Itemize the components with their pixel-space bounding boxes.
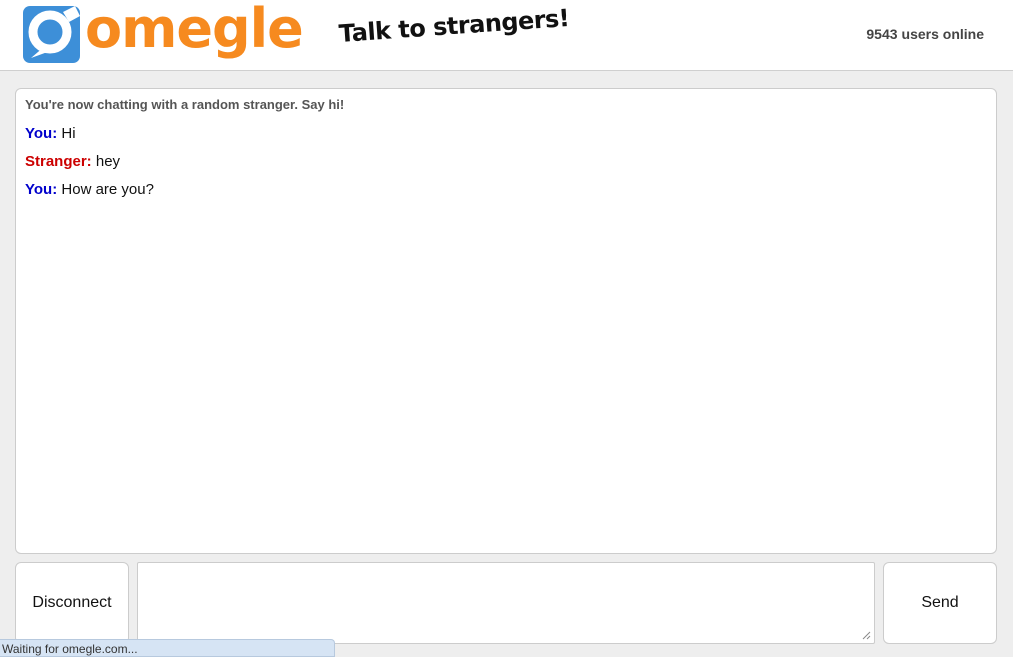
- disconnect-button[interactable]: Disconnect: [15, 562, 129, 644]
- resize-grip-icon[interactable]: [862, 631, 871, 640]
- omegle-speech-bubble-icon: [23, 6, 80, 63]
- chat-status-message: You're now chatting with a random strang…: [25, 97, 345, 112]
- logo-text: omegle: [85, 0, 304, 60]
- chat-log[interactable]: You're now chatting with a random strang…: [15, 88, 997, 554]
- header: omegle Talk to strangers! 9543 users onli…: [0, 0, 1013, 71]
- send-button[interactable]: Send: [883, 562, 997, 644]
- message-speaker: You:: [25, 181, 58, 198]
- tagline: Talk to strangers!: [338, 3, 571, 48]
- message-input-wrapper: [137, 562, 875, 644]
- message-text: hey: [95, 153, 121, 170]
- message-input[interactable]: [138, 563, 874, 643]
- message-speaker: You:: [25, 125, 58, 142]
- omegle-logo[interactable]: omegle: [23, 0, 304, 64]
- message-text: How are you?: [61, 181, 154, 198]
- message-speaker: Stranger:: [25, 153, 92, 170]
- message-text: Hi: [61, 125, 76, 142]
- online-label: users online: [901, 26, 984, 42]
- chat-message: Stranger: hey: [25, 148, 987, 176]
- online-count: 9543: [866, 26, 898, 42]
- browser-status-bar: Waiting for omegle.com...: [0, 639, 335, 657]
- chat-message: You: Hi: [25, 120, 987, 148]
- users-online-count: 9543 users online: [866, 26, 988, 42]
- chat-message: You: How are you?: [25, 176, 987, 204]
